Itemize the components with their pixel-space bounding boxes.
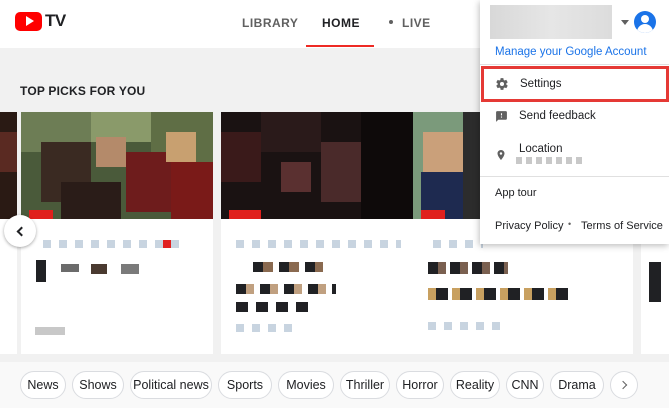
chip-shows[interactable]: Shows <box>72 371 124 399</box>
menu-item-location[interactable]: Location <box>480 134 669 174</box>
terms-of-service-link[interactable]: Terms of Service <box>581 220 663 232</box>
progress-bar <box>421 210 445 219</box>
chip-reality[interactable]: Reality <box>450 371 500 399</box>
chevron-right-icon <box>618 380 628 390</box>
tab-live[interactable]: LIVE <box>389 16 431 30</box>
menu-item-label: Location <box>519 143 563 155</box>
active-tab-indicator <box>306 45 374 47</box>
section-title: TOP PICKS FOR YOU <box>20 84 146 98</box>
program-thumbnail <box>0 112 17 219</box>
chevron-left-icon <box>16 226 27 236</box>
menu-item-settings[interactable]: Settings <box>481 66 669 102</box>
feedback-icon <box>494 109 508 123</box>
divider <box>480 64 669 65</box>
program-thumbnail <box>21 112 213 219</box>
genre-chip-bar: News Shows Political news Sports Movies … <box>0 362 669 408</box>
live-dot-icon <box>389 19 393 24</box>
chip-movies[interactable]: Movies <box>278 371 334 399</box>
location-pin-icon <box>494 148 508 162</box>
account-name-redacted <box>490 5 612 39</box>
menu-item-label: Settings <box>520 78 562 90</box>
chips-next-button[interactable] <box>610 371 638 399</box>
tab-home[interactable]: HOME <box>322 16 360 30</box>
chip-drama[interactable]: Drama <box>550 371 604 399</box>
progress-bar <box>229 210 261 219</box>
chip-thriller[interactable]: Thriller <box>340 371 390 399</box>
avatar[interactable] <box>634 11 656 33</box>
progress-bar <box>29 210 53 219</box>
logo-text: TV <box>45 11 66 30</box>
chip-sports[interactable]: Sports <box>218 371 272 399</box>
youtube-play-icon <box>15 11 42 31</box>
chip-news[interactable]: News <box>20 371 66 399</box>
tab-library[interactable]: LIBRARY <box>242 16 298 30</box>
divider <box>480 176 669 177</box>
carousel-previous-button[interactable] <box>4 215 36 247</box>
chip-political-news[interactable]: Political news <box>130 371 212 399</box>
footer-separator: • <box>568 219 572 229</box>
gear-icon <box>495 77 509 91</box>
caret-down-icon[interactable] <box>621 20 629 25</box>
program-thumbnail <box>221 112 413 219</box>
manage-google-account-link[interactable]: Manage your Google Account <box>495 46 647 58</box>
menu-item-send-feedback[interactable]: Send feedback <box>480 100 669 132</box>
menu-item-label: Send feedback <box>519 110 596 122</box>
youtube-tv-logo[interactable]: TV <box>15 11 66 31</box>
location-redacted <box>516 157 586 164</box>
app-tour-link[interactable]: App tour <box>495 187 537 199</box>
program-card[interactable] <box>21 112 213 354</box>
chip-cnn[interactable]: CNN <box>506 371 544 399</box>
program-card[interactable] <box>221 112 413 354</box>
privacy-policy-link[interactable]: Privacy Policy <box>495 220 563 232</box>
account-menu: Manage your Google Account Settings Send… <box>480 0 669 244</box>
chip-horror[interactable]: Horror <box>396 371 444 399</box>
tab-live-label: LIVE <box>402 16 431 30</box>
